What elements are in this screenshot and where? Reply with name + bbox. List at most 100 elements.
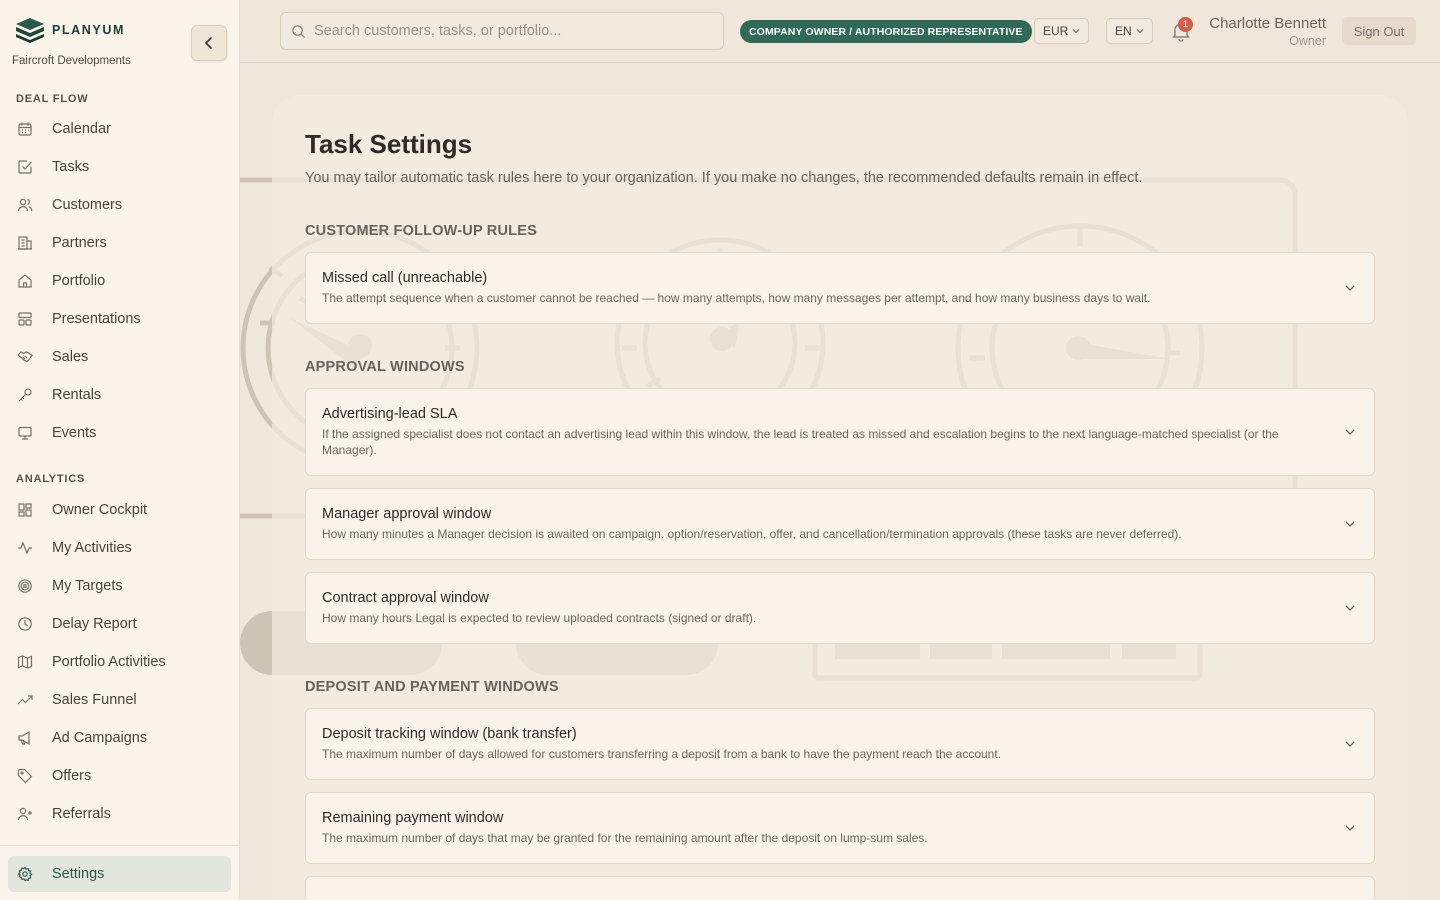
sidebar-item-label: Portfolio Activities (52, 654, 166, 670)
card-description: The maximum number of days that may be g… (322, 831, 928, 845)
sidebar-item-label: Calendar (52, 121, 111, 137)
sidebar-item-sales[interactable]: Sales (8, 339, 231, 375)
currency-select[interactable]: EUR (1034, 18, 1090, 44)
group-title-follow-up: CUSTOMER FOLLOW-UP RULES (305, 223, 537, 239)
sidebar-item-label: Tasks (52, 159, 90, 175)
megaphone-icon (16, 729, 34, 747)
sidebar-item-label: Settings (52, 866, 105, 882)
chevron-down-icon (1345, 429, 1355, 435)
chevron-down-icon (1345, 741, 1355, 747)
sidebar-item-events[interactable]: Events (8, 415, 231, 451)
chevron-down-icon (1136, 29, 1144, 34)
card-description: If the assigned specialist does not cont… (322, 427, 1279, 457)
key-icon (16, 386, 34, 404)
card-description: The attempt sequence when a customer can… (322, 291, 1151, 305)
sidebar-item-label: Offers (52, 768, 92, 784)
sidebar-item-label: Customers (52, 197, 123, 213)
task-check-icon (16, 158, 34, 176)
card-title: Remaining payment window (322, 810, 504, 826)
sidebar-item-settings[interactable]: Settings (8, 856, 231, 892)
gear-icon (16, 865, 34, 883)
chevron-left-icon (205, 37, 212, 49)
layout-icon (16, 310, 34, 328)
sidebar-item-delay-report[interactable]: Delay Report (8, 606, 231, 642)
sidebar-item-partners[interactable]: Partners (8, 225, 231, 261)
chevron-down-icon (1345, 605, 1355, 611)
section-title-deal-flow: DEAL FLOW (16, 93, 89, 105)
search-box[interactable] (280, 12, 724, 50)
sidebar-item-calendar[interactable]: Calendar (8, 111, 231, 147)
sidebar-item-label: Portfolio (52, 273, 106, 289)
top-header: COMPANY OWNER / AUTHORIZED REPRESENTATIV… (240, 0, 1440, 63)
card-description: The maximum number of days allowed for c… (322, 747, 1002, 761)
sidebar-item-ad-campaigns[interactable]: Ad Campaigns (8, 720, 231, 756)
settings-card-missed-call[interactable]: Missed call (unreachable) The attempt se… (305, 252, 1375, 324)
user-plus-icon (16, 805, 34, 823)
user-name[interactable]: Charlotte Bennett (1209, 15, 1326, 32)
sidebar-item-label: Events (52, 425, 97, 441)
sidebar-item-customers[interactable]: Customers (8, 187, 231, 223)
sidebar-item-label: Presentations (52, 311, 141, 327)
settings-card-remaining-payment[interactable]: Remaining payment window The maximum num… (305, 792, 1375, 864)
chevron-down-icon (1345, 825, 1355, 831)
sidebar-item-owner-cockpit[interactable]: Owner Cockpit (8, 492, 231, 528)
language-select[interactable]: EN (1106, 18, 1153, 44)
sidebar-item-portfolio-activities[interactable]: Portfolio Activities (8, 644, 231, 680)
sidebar-item-label: Rentals (52, 387, 102, 403)
card-description: How many minutes a Manager decision is a… (322, 527, 1182, 541)
handshake-icon (16, 348, 34, 366)
search-input[interactable] (314, 23, 714, 39)
brand-logo[interactable]: PLANYUM (14, 16, 125, 44)
organization-name: Faircroft Developments (12, 55, 131, 67)
clock-icon (16, 615, 34, 633)
users-icon (16, 196, 34, 214)
sidebar-item-my-targets[interactable]: My Targets (8, 568, 231, 604)
grid-icon (16, 501, 34, 519)
chevron-down-icon (1072, 29, 1080, 34)
settings-card-contract-approval[interactable]: Contract approval window How many hours … (305, 572, 1375, 644)
sidebar: PLANYUM Faircroft Developments DEAL FLOW… (0, 0, 240, 900)
card-title: Manager approval window (322, 506, 492, 522)
monitor-icon (16, 424, 34, 442)
sidebar-item-my-activities[interactable]: My Activities (8, 530, 231, 566)
sidebar-item-label: Sales (52, 349, 89, 365)
chevron-down-icon (1345, 285, 1355, 291)
sidebar-item-offers[interactable]: Offers (8, 758, 231, 794)
main-content: Task Settings You may tailor automatic t… (240, 63, 1440, 900)
home-icon (16, 272, 34, 290)
sidebar-item-label: Ad Campaigns (52, 730, 148, 746)
sidebar-item-label: Delay Report (52, 616, 137, 632)
sidebar-item-label: Owner Cockpit (52, 502, 148, 518)
sidebar-item-referrals[interactable]: Referrals (8, 796, 231, 832)
user-role: Owner (1289, 34, 1326, 48)
sidebar-item-rentals[interactable]: Rentals (8, 377, 231, 413)
calendar-icon (16, 120, 34, 138)
notification-badge: 1 (1178, 17, 1193, 32)
collapse-sidebar-button[interactable] (191, 25, 227, 61)
trend-icon (16, 691, 34, 709)
sign-out-button[interactable]: Sign Out (1342, 17, 1416, 45)
sidebar-item-tasks[interactable]: Tasks (8, 149, 231, 185)
sidebar-divider (0, 845, 240, 846)
brand-name: PLANYUM (52, 23, 126, 37)
building-icon (16, 234, 34, 252)
card-title: Deposit tracking window (bank transfer) (322, 726, 577, 742)
sidebar-item-sales-funnel[interactable]: Sales Funnel (8, 682, 231, 718)
language-value: EN (1115, 24, 1132, 38)
activity-icon (16, 539, 34, 557)
card-title: Contract approval window (322, 590, 489, 606)
group-title-approval: APPROVAL WINDOWS (305, 359, 465, 375)
tag-icon (16, 767, 34, 785)
page-subtitle: You may tailor automatic task rules here… (305, 170, 1143, 186)
settings-card-deposit-tracking[interactable]: Deposit tracking window (bank transfer) … (305, 708, 1375, 780)
settings-card-partial[interactable] (305, 876, 1375, 900)
sidebar-item-portfolio[interactable]: Portfolio (8, 263, 231, 299)
card-title: Advertising-lead SLA (322, 406, 458, 422)
role-badge: COMPANY OWNER / AUTHORIZED REPRESENTATIV… (740, 20, 1032, 43)
sidebar-item-label: Partners (52, 235, 107, 251)
map-icon (16, 653, 34, 671)
settings-card-advertising-lead-sla[interactable]: Advertising-lead SLA If the assigned spe… (305, 388, 1375, 476)
sidebar-item-presentations[interactable]: Presentations (8, 301, 231, 337)
settings-card-manager-approval[interactable]: Manager approval window How many minutes… (305, 488, 1375, 560)
page-title: Task Settings (305, 129, 473, 159)
